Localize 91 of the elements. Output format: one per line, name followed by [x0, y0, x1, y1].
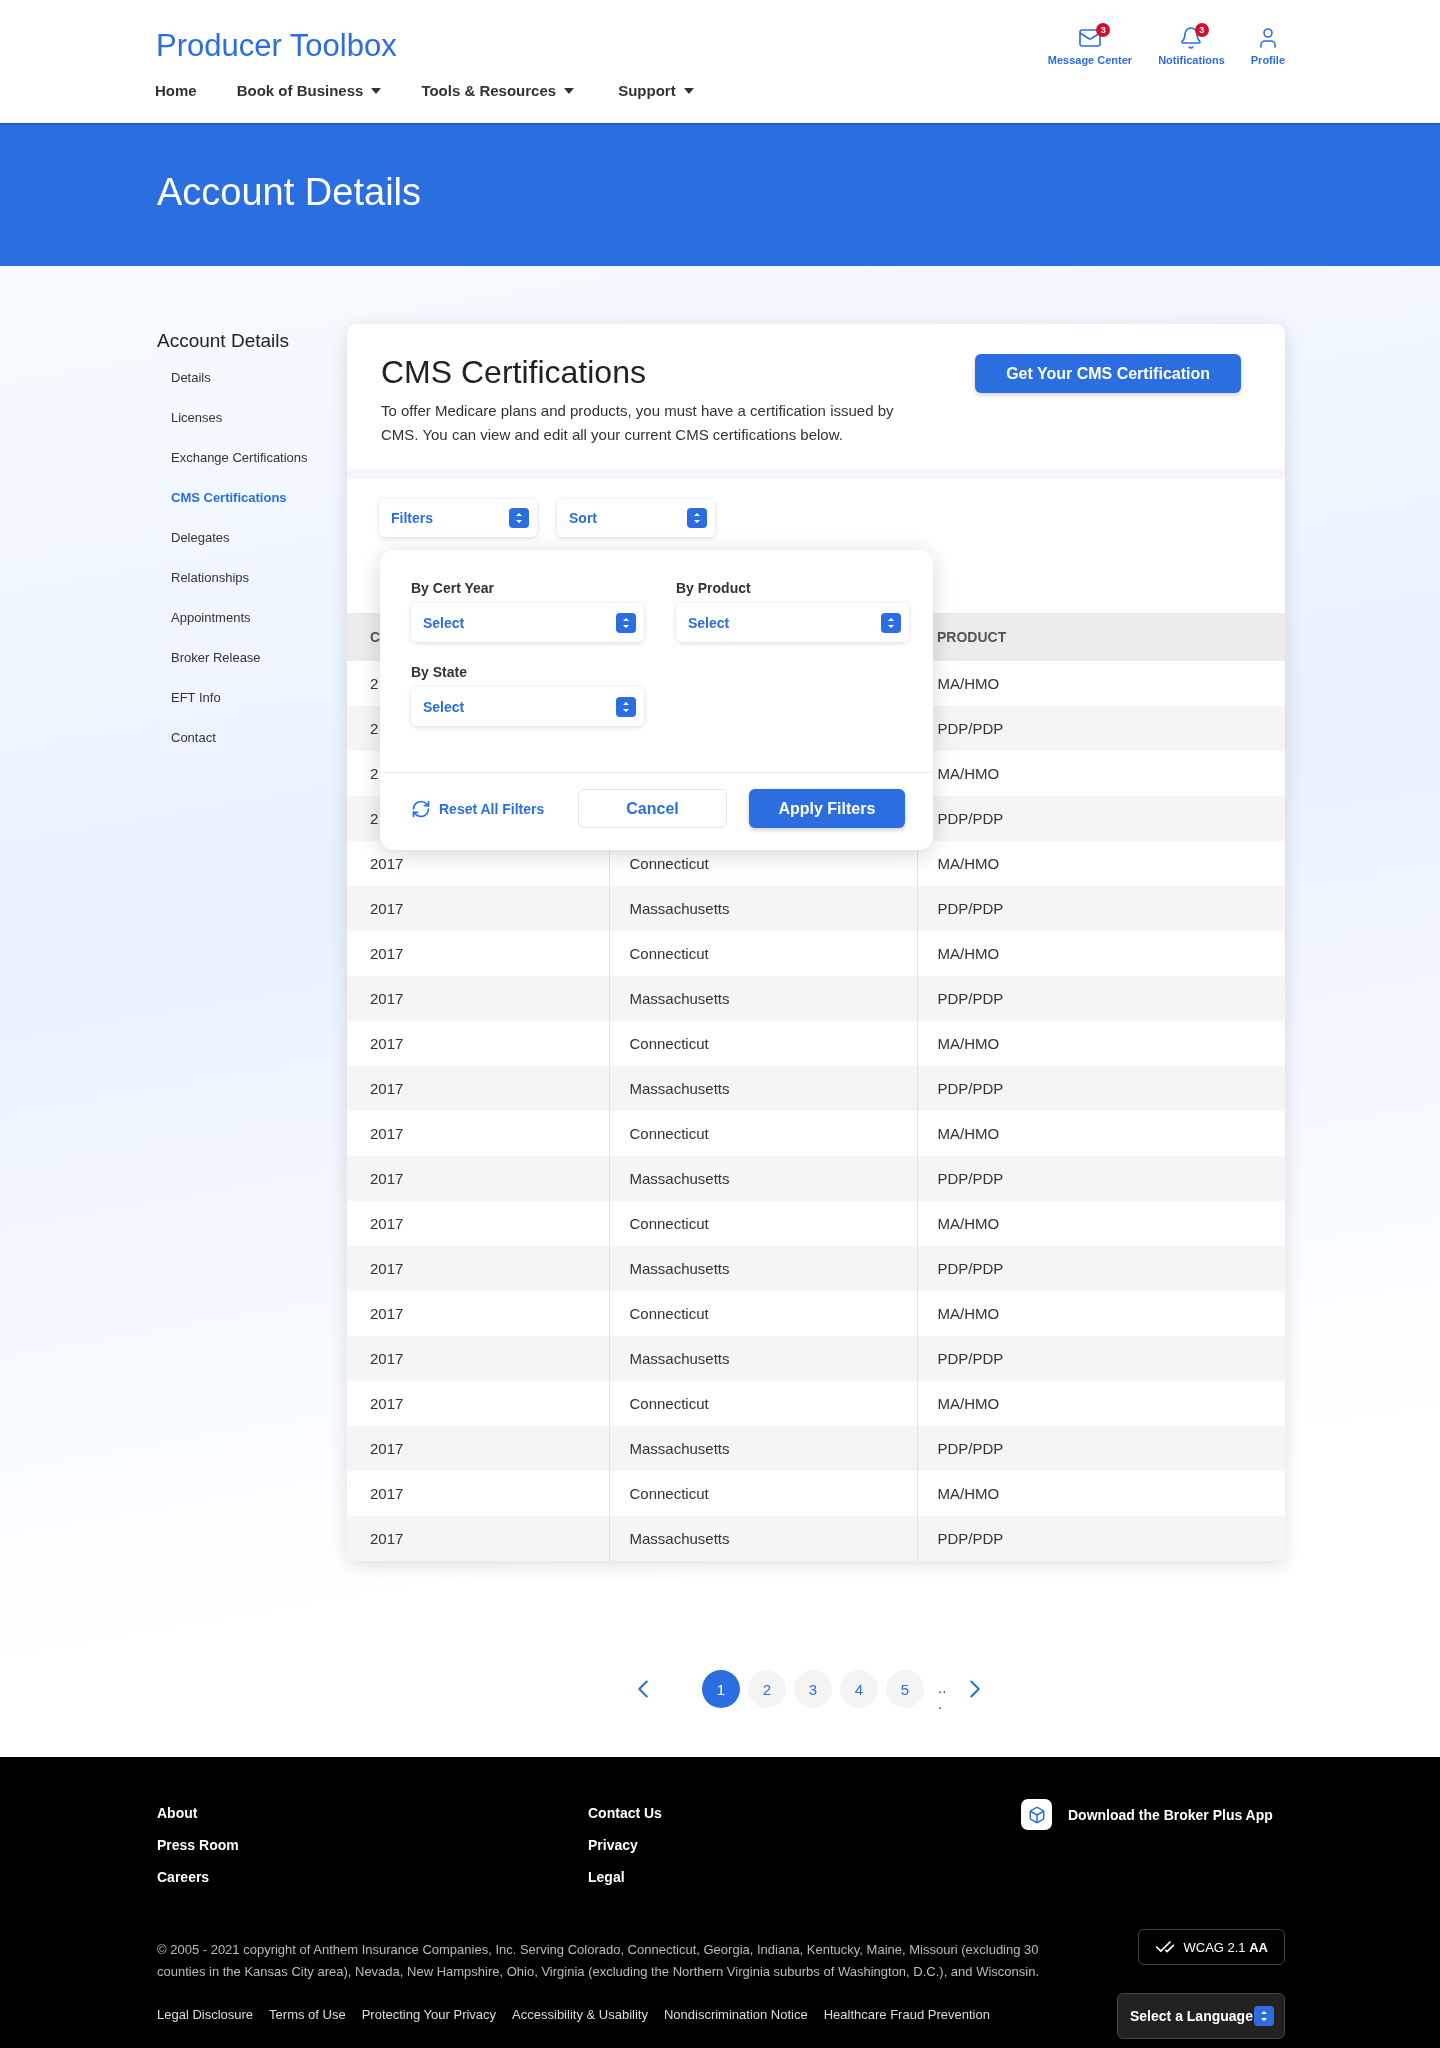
updown-icon [616, 612, 636, 633]
app-icon [1021, 1799, 1052, 1830]
table-cell: MA/HMO [917, 1381, 1285, 1426]
download-app-link[interactable]: Download the Broker Plus App [1021, 1799, 1285, 1830]
page-button[interactable]: 3 [794, 1670, 832, 1708]
copyright-text: © 2005 - 2021 copyright of Anthem Insurance Companies, Inc. Serving Colorado, Connecticut, Georgia, Indiana, Kentucky, Maine, Missouri (excluding 30 counties in the Kansas City area), Nevada, New Hampshire, Ohio, Virginia (excluding the Northern Virginia suburbs of Washington, D.C.), and Wisconsin. [157, 1941, 1040, 1981]
page-button[interactable]: 5 [886, 1670, 924, 1708]
updown-icon [509, 508, 529, 528]
sidebar-item[interactable]: Contact [157, 730, 347, 770]
page-button[interactable]: 4 [840, 1670, 878, 1708]
mail-icon [1077, 26, 1102, 50]
wcag-text: WCAG 2.1 AA [1183, 1939, 1268, 1955]
table-cell: PDP/PDP [917, 1516, 1285, 1561]
language-select[interactable]: Select a Language [1117, 1993, 1285, 2039]
sidebar-item[interactable]: Broker Release [157, 650, 347, 690]
caret-icon [371, 87, 382, 94]
nav-link[interactable]: Support [618, 82, 694, 99]
table-cell: MA/HMO [917, 1291, 1285, 1336]
brand-title[interactable]: Producer Toolbox [156, 28, 694, 64]
cancel-button[interactable]: Cancel [578, 789, 727, 828]
table-cell: MA/HMO [917, 931, 1285, 976]
table-cell: PDP/PDP [917, 1246, 1285, 1291]
footer-link[interactable]: Careers [157, 1869, 588, 1885]
table-cell: MA/HMO [917, 1201, 1285, 1246]
footer-link[interactable]: Press Room [157, 1837, 588, 1853]
footer-link[interactable]: Contact Us [588, 1805, 1021, 1821]
table-cell: MA/HMO [917, 751, 1285, 796]
page-button[interactable]: 1 [702, 1670, 740, 1708]
field-label: By Product [676, 580, 752, 596]
updown-icon [616, 696, 636, 717]
header-action[interactable]: Notifications 3 [1158, 26, 1225, 74]
table-cell: 2017 [347, 1516, 609, 1561]
table-cell: PDP/PDP [917, 1426, 1285, 1471]
field-label: By State [411, 664, 469, 680]
sidebar-item[interactable]: CMS Certifications [157, 490, 347, 530]
updown-icon [1254, 2006, 1274, 2026]
count-badge: 3 [1096, 23, 1111, 37]
sidebar-item[interactable]: Exchange Certifications [157, 450, 347, 490]
footer-bottom-link[interactable]: Terms of Use [269, 2007, 346, 2022]
header-action[interactable]: Message Center 3 [1047, 26, 1133, 74]
footer-bottom-link[interactable]: Protecting Your Privacy [361, 2007, 497, 2022]
table-cell: Massachusetts [609, 1516, 917, 1561]
updown-icon [881, 612, 901, 633]
sidebar-item[interactable]: Licenses [157, 410, 347, 450]
caret-icon [683, 87, 694, 94]
footer-bottom-link[interactable]: Nondiscrimination Notice [663, 2007, 808, 2022]
toolbar-select[interactable]: Sort [557, 499, 715, 537]
sidebar-item[interactable]: Delegates [157, 530, 347, 570]
field-label: By Cert Year [411, 580, 495, 596]
footer-link[interactable]: Legal [588, 1869, 1021, 1885]
sidebar-title: Account Details [157, 330, 290, 352]
table-cell: PDP/PDP [917, 1336, 1285, 1381]
toolbar-select[interactable]: Filters [379, 499, 537, 537]
table-cell: PDP/PDP [917, 976, 1285, 1021]
table-cell: MA/HMO [917, 1471, 1285, 1516]
card-title: CMS Certifications [381, 354, 647, 391]
bell-icon [1179, 26, 1204, 50]
caret-icon [564, 87, 575, 94]
reset-filters-link[interactable]: Reset All Filters [411, 798, 545, 819]
page-button[interactable]: 2 [748, 1670, 786, 1708]
apply-filters-button[interactable]: Apply Filters [748, 789, 905, 828]
sidebar-item[interactable]: Details [157, 370, 347, 410]
header-action[interactable]: Profile [1250, 26, 1285, 74]
table-cell: PDP/PDP [917, 796, 1285, 841]
nav-link[interactable]: Home [155, 82, 197, 99]
sidebar-item[interactable]: EFT Info [157, 690, 347, 730]
footer-bottom-link[interactable]: Legal Disclosure [157, 2007, 254, 2022]
updown-icon [687, 508, 707, 528]
pagination-ellipsis: ... [938, 1680, 948, 1712]
table-cell: PDP/PDP [917, 1156, 1285, 1201]
footer-link[interactable]: About [157, 1805, 588, 1821]
footer-bottom-link[interactable]: Accessibility & Usability [512, 2007, 648, 2022]
card-description: To offer Medicare plans and products, you must have a certification issued by CMS. You can view and edit all your current CMS certifications below. [381, 401, 895, 445]
table-cell: MA/HMO [917, 661, 1285, 706]
table-cell: PDP/PDP [917, 706, 1285, 751]
count-badge: 3 [1194, 23, 1209, 37]
table-cell: PDP/PDP [917, 886, 1285, 931]
table-cell: MA/HMO [917, 1021, 1285, 1066]
footer-bottom-link[interactable]: Healthcare Fraud Prevention [823, 2007, 990, 2022]
refresh-icon [411, 798, 431, 819]
table-cell: PDP/PDP [917, 1066, 1285, 1111]
sidebar-item[interactable]: Appointments [157, 610, 347, 650]
nav-link[interactable]: Tools & Resources [421, 82, 575, 99]
select-field[interactable]: Select [676, 603, 909, 642]
footer-link[interactable]: Privacy [588, 1837, 1021, 1853]
sidebar-item[interactable]: Relationships [157, 570, 347, 610]
table-cell: MA/HMO [917, 841, 1285, 886]
get-certification-button[interactable]: Get Your CMS Certification [975, 354, 1241, 393]
nav-link[interactable]: Book of Business [236, 82, 382, 99]
table-cell: MA/HMO [917, 1111, 1285, 1156]
page-title: Account Details [157, 171, 422, 214]
